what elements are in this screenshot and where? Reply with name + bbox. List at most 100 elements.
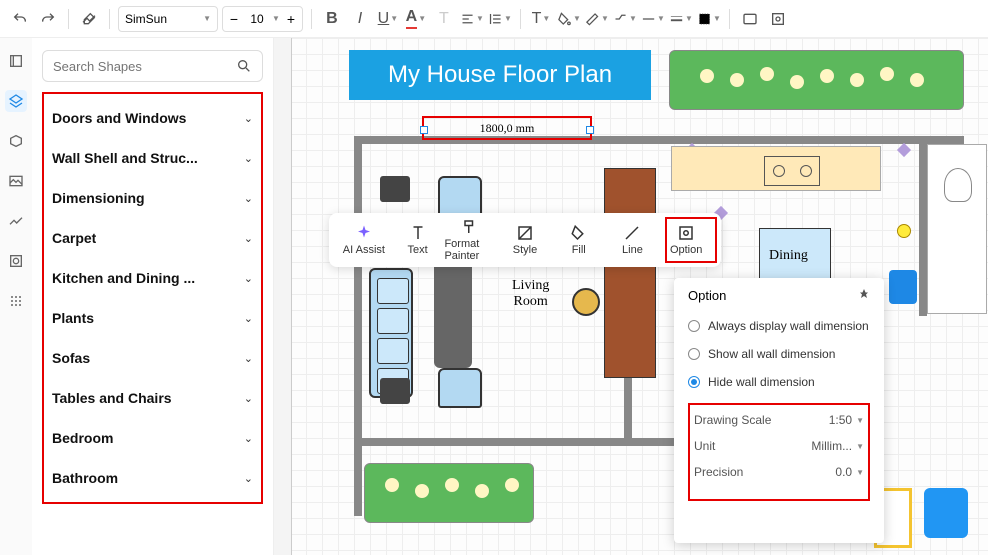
resize-handle[interactable] — [586, 126, 594, 134]
search-input[interactable] — [53, 59, 236, 74]
option-panel: Option Always display wall dimension Sho… — [674, 278, 884, 543]
ctx-ai-assist[interactable]: AI Assist — [337, 224, 391, 256]
text-icon[interactable]: T▼ — [529, 7, 553, 31]
garden-shape[interactable] — [669, 50, 964, 110]
chevron-down-icon: ⌄ — [244, 312, 253, 325]
align-icon[interactable]: ▼ — [460, 7, 484, 31]
rail-grid-icon[interactable] — [5, 290, 27, 312]
line-spacing-icon[interactable]: ▼ — [488, 7, 512, 31]
redo-icon[interactable] — [36, 7, 60, 31]
field-precision[interactable]: Precision 0.0▼ — [694, 465, 864, 479]
armchair[interactable] — [438, 368, 482, 408]
top-toolbar: SimSun ▼ − 10 ▼ + B I U▼ A▼ T ▼ ▼ T▼ ▼ ▼… — [0, 0, 988, 38]
fill-bucket-icon[interactable]: ▼ — [557, 7, 581, 31]
category-doors-windows[interactable]: Doors and Windows⌄ — [44, 98, 261, 138]
rail-library-icon[interactable] — [5, 50, 27, 72]
ottoman[interactable] — [380, 378, 410, 404]
dimension-value: 1800,0 mm — [426, 120, 588, 136]
rail-image-icon[interactable] — [5, 170, 27, 192]
ctx-text[interactable]: Text — [391, 224, 445, 256]
rail-shapes-icon[interactable] — [5, 90, 27, 112]
category-kitchen-dining[interactable]: Kitchen and Dining ...⌄ — [44, 258, 261, 298]
radio-icon — [688, 376, 700, 388]
ottoman[interactable] — [380, 176, 410, 202]
ruler-vertical — [274, 38, 292, 555]
radio-icon — [688, 348, 700, 360]
toilet[interactable] — [944, 168, 972, 202]
category-sofas[interactable]: Sofas⌄ — [44, 338, 261, 378]
line-weight-icon[interactable]: ▼ — [669, 7, 693, 31]
wall-segment[interactable] — [354, 438, 704, 446]
furniture-item[interactable] — [924, 488, 968, 538]
armchair[interactable] — [438, 176, 482, 216]
font-size-decrease[interactable]: − — [225, 8, 243, 30]
font-color-icon[interactable]: A▼ — [404, 7, 428, 31]
appliance[interactable] — [889, 270, 917, 304]
wall-segment[interactable] — [624, 378, 632, 446]
category-bathroom[interactable]: Bathroom⌄ — [44, 458, 261, 498]
category-wall-shell[interactable]: Wall Shell and Struc...⌄ — [44, 138, 261, 178]
chevron-down-icon: ⌄ — [244, 352, 253, 365]
font-select[interactable]: SimSun ▼ — [118, 6, 218, 32]
category-carpet[interactable]: Carpet⌄ — [44, 218, 261, 258]
chevron-down-icon: ▼ — [856, 442, 864, 451]
dimension-selection[interactable]: 1800,0 mm — [422, 116, 592, 140]
garden-shape[interactable] — [364, 463, 534, 523]
context-toolbar: AI Assist Text Format Painter Style Fill… — [329, 213, 721, 267]
radio-always-display[interactable]: Always display wall dimension — [688, 319, 870, 333]
field-unit[interactable]: Unit Millim...▼ — [694, 439, 864, 453]
font-size-value[interactable]: 10 — [245, 12, 269, 26]
chevron-down-icon: ⌄ — [244, 112, 253, 125]
cabinet[interactable] — [604, 168, 656, 378]
chevron-down-icon: ⌄ — [244, 472, 253, 485]
italic-icon[interactable]: I — [348, 7, 372, 31]
undo-icon[interactable] — [8, 7, 32, 31]
image-icon[interactable] — [738, 7, 762, 31]
radio-icon — [688, 320, 700, 332]
interior-wall[interactable] — [919, 136, 927, 316]
ctx-line[interactable]: Line — [606, 224, 660, 256]
connector-icon[interactable]: ▼ — [613, 7, 637, 31]
chevron-down-icon[interactable]: ▼ — [272, 14, 280, 23]
living-room-label: Living Room — [512, 278, 549, 310]
resize-handle[interactable] — [420, 126, 428, 134]
light-icon[interactable] — [897, 224, 911, 238]
category-tables-chairs[interactable]: Tables and Chairs⌄ — [44, 378, 261, 418]
focus-icon[interactable] — [766, 7, 790, 31]
radio-hide[interactable]: Hide wall dimension — [688, 375, 870, 389]
bold-icon[interactable]: B — [320, 7, 344, 31]
shape-sidebar: Doors and Windows⌄ Wall Shell and Struc.… — [32, 38, 274, 555]
underline-icon[interactable]: U▼ — [376, 7, 400, 31]
option-highlight — [665, 217, 717, 263]
floorplan-title[interactable]: My House Floor Plan — [349, 50, 651, 100]
left-rail — [0, 38, 32, 555]
category-list-highlight: Doors and Windows⌄ Wall Shell and Struc.… — [42, 92, 263, 504]
option-panel-title: Option — [688, 288, 726, 303]
search-box[interactable] — [42, 50, 263, 82]
round-table[interactable] — [572, 288, 600, 316]
ctx-format-painter[interactable]: Format Painter — [444, 218, 498, 262]
option-fields-highlight: Drawing Scale 1:50▼ Unit Millim...▼ Prec… — [688, 403, 870, 501]
chevron-down-icon: ⌄ — [244, 272, 253, 285]
category-plants[interactable]: Plants⌄ — [44, 298, 261, 338]
rail-chart-icon[interactable] — [5, 210, 27, 232]
radio-show-all[interactable]: Show all wall dimension — [688, 347, 870, 361]
stove[interactable] — [764, 156, 820, 186]
field-drawing-scale[interactable]: Drawing Scale 1:50▼ — [694, 413, 864, 427]
border-icon[interactable]: ▼ — [697, 7, 721, 31]
line-style-icon[interactable]: ▼ — [641, 7, 665, 31]
pin-icon[interactable] — [858, 288, 870, 303]
rail-package-icon[interactable] — [5, 130, 27, 152]
font-size-increase[interactable]: + — [282, 8, 300, 30]
highlight-pen-icon[interactable]: ▼ — [585, 7, 609, 31]
category-bedroom[interactable]: Bedroom⌄ — [44, 418, 261, 458]
clear-format-icon[interactable]: T — [432, 7, 456, 31]
category-dimensioning[interactable]: Dimensioning⌄ — [44, 178, 261, 218]
ctx-fill[interactable]: Fill — [552, 224, 606, 256]
format-brush-icon[interactable] — [77, 7, 101, 31]
ctx-style[interactable]: Style — [498, 224, 552, 256]
canvas[interactable]: My House Floor Plan 1800,0 mm — [274, 38, 988, 555]
rail-icon-square[interactable] — [5, 250, 27, 272]
chevron-down-icon: ▼ — [856, 416, 864, 425]
chevron-down-icon: ⌄ — [244, 432, 253, 445]
